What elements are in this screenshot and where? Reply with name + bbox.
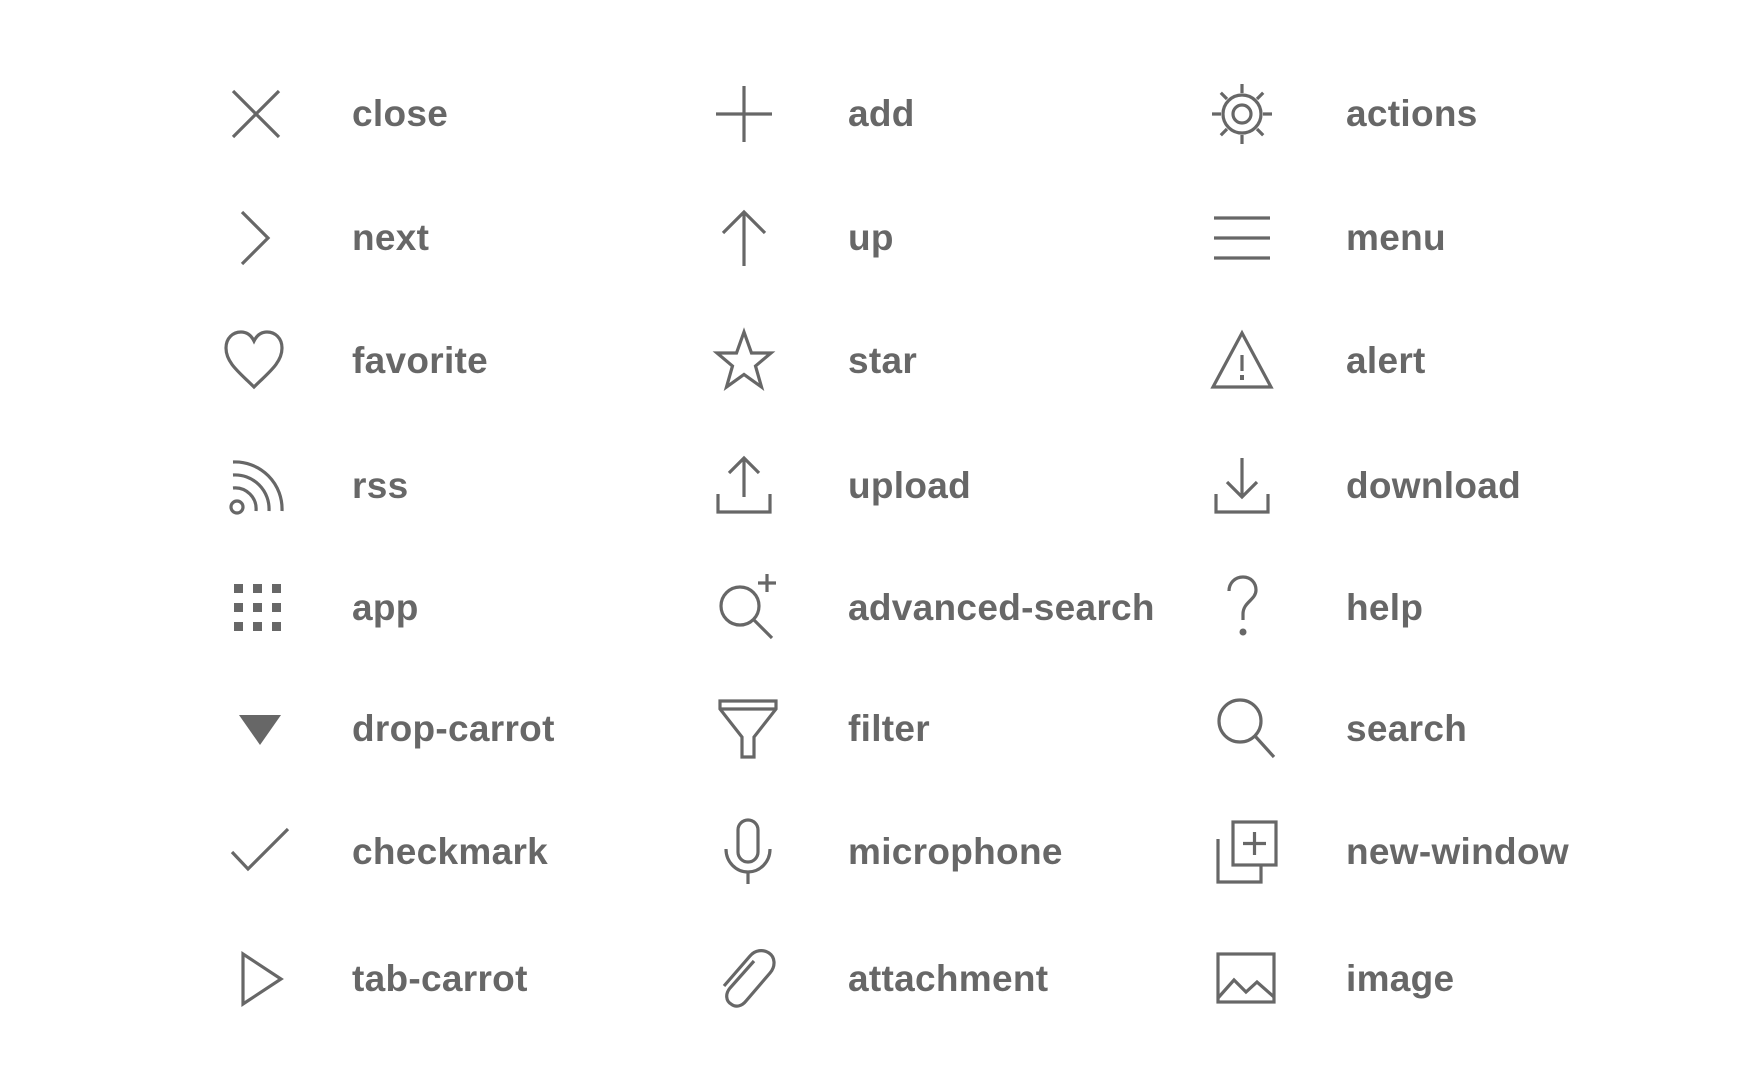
gear-icon — [1206, 78, 1278, 150]
icon-label-new-window: new-window — [1346, 831, 1569, 872]
icon-label-up: up — [848, 217, 894, 258]
icon-sheet: close add actions next up menu favorite … — [0, 0, 1762, 1088]
icon-label-add: add — [848, 93, 915, 134]
icon-entry-favorite: favorite star alert — [0, 311, 1762, 411]
icon-label-star: star — [848, 340, 918, 381]
microphone-icon — [712, 816, 784, 888]
icon-label-next: next — [352, 217, 430, 258]
close-icon — [220, 78, 292, 150]
icon-entry-tab-carrot: tab-carrot attachment image — [0, 929, 1762, 1029]
app-grid-icon — [222, 572, 294, 644]
menu-icon — [1206, 202, 1278, 274]
icon-label-close: close — [352, 93, 449, 134]
icon-entry-drop-carrot: drop-carrot filter search — [0, 679, 1762, 779]
upload-icon — [708, 450, 780, 522]
icon-label-attachment: attachment — [848, 958, 1049, 999]
icon-label-download: download — [1346, 465, 1522, 506]
icon-entry-close: close add actions — [0, 64, 1762, 164]
search-icon — [1210, 693, 1282, 765]
rss-icon — [220, 450, 292, 522]
icon-label-tab-carrot: tab-carrot — [352, 958, 528, 999]
icon-label-favorite: favorite — [352, 340, 489, 381]
icon-entry-app: app advanced-search help — [0, 558, 1762, 658]
heart-icon — [218, 325, 290, 397]
icon-label-filter: filter — [848, 708, 930, 749]
icon-label-checkmark: checkmark — [352, 831, 549, 872]
question-mark-icon — [1206, 572, 1278, 644]
paperclip-icon — [710, 943, 782, 1015]
chevron-right-icon — [220, 202, 292, 274]
triangle-down-icon — [224, 693, 296, 765]
icon-label-actions: actions — [1346, 93, 1478, 134]
icon-entry-next: next up menu — [0, 188, 1762, 288]
star-icon — [708, 325, 780, 397]
icon-label-rss: rss — [352, 465, 409, 506]
triangle-right-icon — [226, 943, 298, 1015]
icon-label-app: app — [352, 587, 419, 628]
image-icon — [1210, 943, 1282, 1015]
add-icon — [708, 78, 780, 150]
icon-label-help: help — [1346, 587, 1424, 628]
icon-label-microphone: microphone — [848, 831, 1063, 872]
icon-label-menu: menu — [1346, 217, 1446, 258]
icon-entry-checkmark: checkmark microphone new-window — [0, 802, 1762, 902]
download-icon — [1206, 450, 1278, 522]
icon-entry-rss: rss upload download — [0, 436, 1762, 536]
icon-label-advanced-search: advanced-search — [848, 587, 1155, 628]
new-window-icon — [1210, 816, 1282, 888]
icon-label-image: image — [1346, 958, 1455, 999]
advanced-search-icon — [710, 572, 782, 644]
checkmark-icon — [224, 816, 296, 888]
icon-label-alert: alert — [1346, 340, 1426, 381]
alert-icon — [1206, 325, 1278, 397]
funnel-icon — [712, 693, 784, 765]
arrow-up-icon — [708, 202, 780, 274]
icon-label-search: search — [1346, 708, 1468, 749]
icon-label-upload: upload — [848, 465, 972, 506]
icon-label-drop-carrot: drop-carrot — [352, 708, 555, 749]
